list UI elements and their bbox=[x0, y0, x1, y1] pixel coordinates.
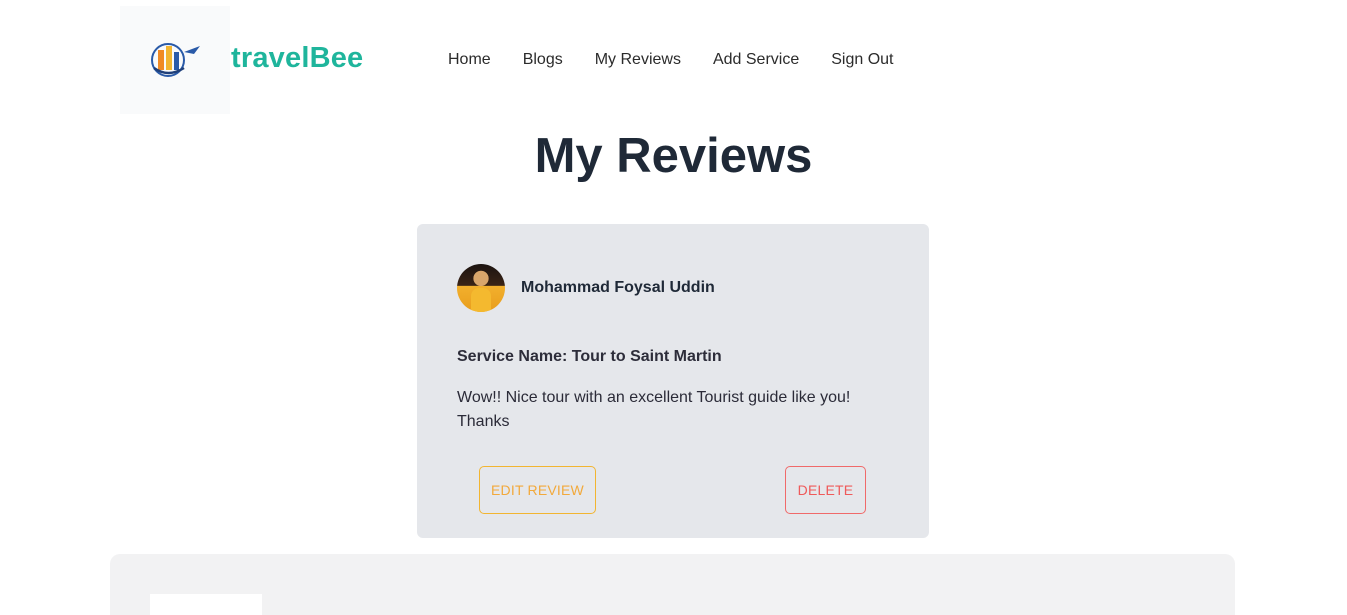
brand-name[interactable]: travelBee bbox=[231, 42, 363, 75]
nav-item-my-reviews[interactable]: My Reviews bbox=[595, 49, 681, 71]
service-name: Service Name: Tour to Saint Martin bbox=[457, 348, 722, 365]
avatar bbox=[457, 264, 505, 312]
edit-review-button[interactable]: EDIT REVIEW bbox=[479, 466, 596, 514]
delete-review-button[interactable]: DELETE bbox=[785, 466, 866, 514]
nav-item-sign-out[interactable]: Sign Out bbox=[831, 49, 893, 71]
navbar: travelBee Home Blogs My Reviews Add Serv… bbox=[0, 0, 1347, 118]
avatar-figure bbox=[471, 288, 491, 312]
travel-logo-icon bbox=[151, 43, 200, 77]
footer-logo bbox=[150, 594, 262, 615]
footer bbox=[110, 554, 1235, 615]
brand-logo[interactable] bbox=[120, 6, 230, 114]
review-card: Mohammad Foysal Uddin Service Name: Tour… bbox=[417, 224, 929, 538]
main-nav: Home Blogs My Reviews Add Service Sign O… bbox=[448, 49, 925, 71]
reviewer-name: Mohammad Foysal Uddin bbox=[521, 279, 715, 296]
nav-item-add-service[interactable]: Add Service bbox=[713, 49, 799, 71]
nav-item-home[interactable]: Home bbox=[448, 49, 491, 71]
nav-item-blogs[interactable]: Blogs bbox=[523, 49, 563, 71]
page-title: My Reviews bbox=[534, 129, 813, 183]
review-text: Wow!! Nice tour with an excellent Touris… bbox=[457, 389, 851, 430]
